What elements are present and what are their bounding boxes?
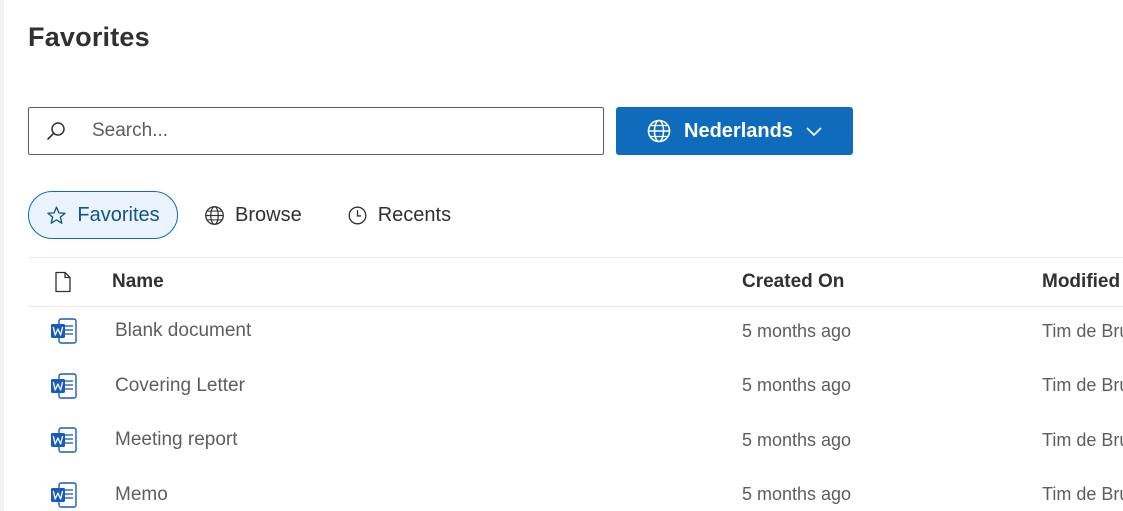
tab-recents[interactable]: Recents (347, 191, 451, 239)
row-file-icon-cell (49, 471, 79, 511)
row-name[interactable]: Covering Letter (115, 362, 245, 410)
globe-icon (205, 205, 224, 225)
column-header-created-on[interactable]: Created On (742, 258, 844, 306)
table-row[interactable]: Blank document 5 months ago Tim de Bru (28, 307, 1123, 362)
word-document-icon (51, 427, 77, 453)
search-input[interactable] (92, 120, 552, 142)
row-name[interactable]: Meeting report (115, 416, 238, 464)
tab-browse-label: Browse (235, 203, 302, 226)
row-modified: Tim de Bru (1042, 429, 1123, 450)
word-document-icon (51, 372, 77, 399)
left-edge (0, 0, 4, 511)
tab-list: Favorites Browse Recents (28, 191, 451, 239)
search-icon (47, 122, 65, 140)
language-button[interactable]: Nederlands (616, 107, 853, 155)
star-icon (47, 206, 67, 224)
table-body: Blank document 5 months ago Tim de Bru C… (28, 307, 1123, 511)
column-header-name[interactable]: Name (112, 258, 164, 306)
page-title: Favorites (28, 22, 150, 52)
row-created-on: 5 months ago (742, 484, 852, 504)
row-modified: Tim de Bru (1042, 484, 1123, 504)
table-row[interactable]: Meeting report 5 months ago Tim de Bru (28, 416, 1123, 471)
table-header: Name Created On Modified (28, 258, 1123, 306)
row-file-icon-cell (49, 307, 79, 355)
word-document-icon (51, 318, 77, 344)
row-created-on: 5 months ago (742, 429, 852, 450)
column-header-file-type[interactable] (53, 258, 73, 306)
tab-favorites-label: Favorites (77, 203, 160, 226)
tab-recents-label: Recents (377, 203, 452, 226)
clock-icon (348, 206, 367, 224)
row-created-on: 5 months ago (742, 320, 852, 341)
globe-icon (647, 119, 671, 143)
row-created-on: 5 months ago (742, 375, 852, 395)
table-row[interactable]: Memo 5 months ago Tim de Bru (28, 471, 1123, 511)
row-modified: Tim de Bru (1042, 320, 1123, 341)
row-modified: Tim de Bru (1042, 375, 1123, 395)
language-button-label: Nederlands (684, 119, 793, 142)
row-file-icon-cell (49, 416, 79, 464)
word-document-icon (51, 481, 77, 508)
favorites-page: Favorites Nederlands Favorites (0, 0, 1123, 511)
table-row[interactable]: Covering Letter 5 months ago Tim de Bru (28, 362, 1123, 417)
chevron-down-icon (806, 127, 822, 136)
tab-browse[interactable]: Browse (204, 191, 302, 239)
search-box[interactable] (28, 107, 604, 155)
row-name[interactable]: Memo (115, 471, 168, 511)
row-name[interactable]: Blank document (115, 307, 251, 355)
document-icon (55, 271, 71, 293)
row-file-icon-cell (49, 362, 79, 410)
tab-favorites[interactable]: Favorites (28, 191, 178, 239)
column-header-modified[interactable]: Modified (1042, 258, 1120, 306)
